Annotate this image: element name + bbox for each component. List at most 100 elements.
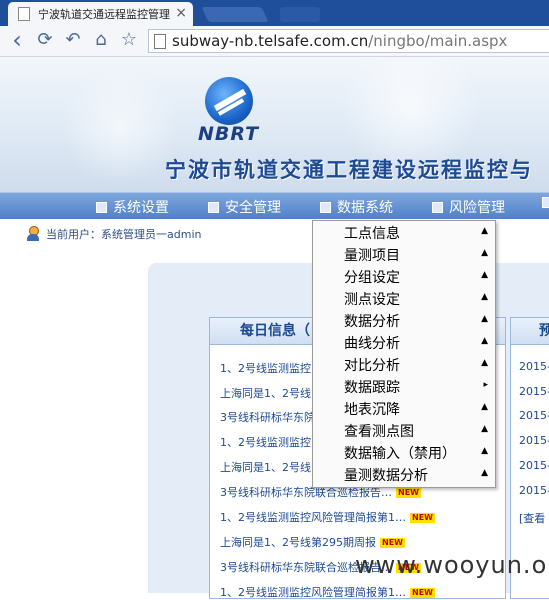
- nav-item-system-settings[interactable]: 系统设置: [96, 197, 169, 217]
- new-badge: NEW: [410, 513, 435, 523]
- url-text: subway-nb.telsafe.com.cn/ningbo/main.asp…: [172, 32, 507, 50]
- news-item[interactable]: 上海同是1、2号线第295期周报 NEW: [220, 534, 405, 550]
- nav-item-label: 安全管理: [225, 200, 281, 216]
- submenu-arrow-icon: ▸: [483, 380, 488, 390]
- nav-item-risk-management[interactable]: 风险管理: [432, 197, 505, 217]
- browser-toolbar: ‹ ⟳ ↶ ⌂ ☆ subway-nb.telsafe.com.cn/ningb…: [0, 26, 549, 57]
- browser-tab-strip: 宁波轨道交通远程监控管理 ×: [0, 0, 549, 26]
- menu-arrow-icon: ▲: [481, 468, 488, 478]
- nav-square-icon: [96, 201, 107, 213]
- close-tab-icon[interactable]: ×: [175, 5, 187, 21]
- menu-arrow-icon: ▲: [481, 446, 488, 456]
- menu-arrow-icon: ▲: [481, 248, 488, 258]
- menu-item-view-point-map[interactable]: 查看测点图 ▲: [313, 419, 495, 441]
- menu-arrow-icon: ▲: [481, 270, 488, 280]
- back-icon[interactable]: ‹: [6, 28, 28, 52]
- refresh-icon[interactable]: ⟳: [34, 29, 56, 51]
- menu-item-surface-settlement[interactable]: 地表沉降 ▲: [313, 397, 495, 419]
- news-item[interactable]: 上海同是1、2号线: [220, 385, 311, 401]
- address-bar[interactable]: subway-nb.telsafe.com.cn/ningbo/main.asp…: [148, 29, 549, 53]
- inactive-tab[interactable]: [280, 7, 320, 22]
- menu-item-data-input-disabled[interactable]: 数据输入（禁用） ▲: [313, 441, 495, 463]
- nav-square-icon: [320, 201, 331, 213]
- menu-item-label: 地表沉降: [344, 402, 400, 418]
- user-icon: [26, 226, 40, 242]
- menu-item-label: 数据跟踪: [344, 380, 400, 396]
- menu-item-data-analysis[interactable]: 数据分析 ▲: [313, 309, 495, 331]
- watermark: www.wooyun.org: [355, 551, 549, 579]
- current-user-text: 当前用户：系统管理员一admin: [46, 228, 202, 241]
- nav-square-icon: [542, 197, 549, 208]
- menu-item-point-settings[interactable]: 测点设定 ▲: [313, 287, 495, 309]
- warning-date[interactable]: 2015-0: [519, 385, 549, 398]
- menu-item-label: 分组设定: [344, 270, 400, 286]
- url-path: /ningbo/main.aspx: [368, 32, 508, 50]
- menu-arrow-icon: ▲: [481, 402, 488, 412]
- page-icon: [18, 7, 30, 21]
- decorative-orb: [330, 57, 490, 167]
- menu-item-label: 数据输入（禁用）: [344, 446, 456, 462]
- news-item-text: 1、2号线监测监控: [220, 436, 311, 449]
- news-item-text: 上海同是1、2号线: [220, 387, 311, 400]
- warning-date[interactable]: 2015-0: [519, 434, 549, 447]
- menu-item-label: 曲线分析: [344, 336, 400, 352]
- star-icon[interactable]: ☆: [118, 29, 140, 51]
- menu-item-label: 查看测点图: [344, 424, 414, 440]
- nav-square-icon: [208, 201, 219, 213]
- browser-tab[interactable]: 宁波轨道交通远程监控管理 ×: [8, 2, 193, 26]
- url-host: subway-nb.telsafe.com.cn: [172, 32, 369, 50]
- menu-item-site-info[interactable]: 工点信息 ▲: [313, 221, 495, 243]
- nbrt-logo-icon: [205, 77, 253, 125]
- nav-item-more[interactable]: [542, 197, 549, 208]
- menu-arrow-icon: ▲: [481, 314, 488, 324]
- new-tab-button[interactable]: [201, 7, 269, 22]
- new-badge: NEW: [410, 588, 435, 598]
- menu-item-curve-analysis[interactable]: 曲线分析 ▲: [313, 331, 495, 353]
- news-item[interactable]: 3号线科研标华东院: [220, 409, 315, 425]
- menu-item-label: 工点信息: [344, 226, 400, 242]
- page-icon: [154, 33, 166, 49]
- menu-item-measure-data-analysis[interactable]: 量测数据分析 ▲: [313, 463, 495, 485]
- banner-title: 宁波市轨道交通工程建设远程监控与: [165, 158, 533, 182]
- data-system-dropdown: 工点信息 ▲ 量测项目 ▲ 分组设定 ▲ 测点设定 ▲ 数据分析 ▲ 曲线分析 ▲ 对比分析…: [312, 220, 496, 488]
- nav-item-label: 风险管理: [449, 200, 505, 216]
- menu-arrow-icon: ▲: [481, 292, 488, 302]
- main-nav: 系统设置 安全管理 数据系统 风险管理: [0, 192, 549, 219]
- menu-arrow-icon: ▲: [481, 358, 488, 368]
- news-item[interactable]: 1、2号线监测监控风险管理简报第1… NEW: [220, 509, 435, 525]
- tab-title: 宁波轨道交通远程监控管理: [38, 8, 170, 21]
- warning-date[interactable]: 2015-0: [519, 459, 549, 472]
- nav-item-safety-management[interactable]: 安全管理: [208, 197, 281, 217]
- menu-item-measure-items[interactable]: 量测项目 ▲: [313, 243, 495, 265]
- warning-panel-title: 预: [511, 318, 549, 345]
- menu-item-label: 数据分析: [344, 314, 400, 330]
- menu-item-label: 测点设定: [344, 292, 400, 308]
- news-item-text: 1、2号线监测监控: [220, 362, 311, 375]
- news-item-text: 1、2号线监测监控风险管理简报第1…: [220, 586, 406, 599]
- nav-item-label: 数据系统: [337, 200, 393, 216]
- decorative-orb: [60, 67, 180, 187]
- menu-item-label: 量测项目: [344, 248, 400, 264]
- view-more-link[interactable]: [查看: [519, 510, 545, 526]
- warning-date[interactable]: 2015-0: [519, 409, 549, 422]
- menu-item-label: 量测数据分析: [344, 468, 428, 484]
- menu-arrow-icon: ▲: [481, 424, 488, 434]
- warning-date[interactable]: 2015-0: [519, 360, 549, 373]
- undo-icon[interactable]: ↶: [62, 29, 84, 51]
- home-icon[interactable]: ⌂: [90, 29, 112, 51]
- warning-date[interactable]: 2015-0: [519, 484, 549, 497]
- logo-text: NBRT: [198, 123, 260, 145]
- news-item[interactable]: 1、2号线监测监控风险管理简报第1… NEW: [220, 584, 435, 600]
- new-badge: NEW: [396, 488, 421, 498]
- new-badge: NEW: [380, 538, 405, 548]
- news-item[interactable]: 上海同是1、2号线: [220, 459, 311, 475]
- site-banner: NBRT 宁波市轨道交通工程建设远程监控与: [0, 57, 549, 192]
- nav-item-data-system[interactable]: 数据系统: [320, 197, 393, 217]
- news-item-text: 1、2号线监测监控风险管理简报第1…: [220, 511, 406, 524]
- news-item-text: 上海同是1、2号线第295期周报: [220, 536, 376, 549]
- menu-item-data-tracking[interactable]: 数据跟踪 ▸: [313, 375, 495, 397]
- news-item[interactable]: 1、2号线监测监控: [220, 434, 311, 450]
- menu-item-compare-analysis[interactable]: 对比分析 ▲: [313, 353, 495, 375]
- menu-item-group-settings[interactable]: 分组设定 ▲: [313, 265, 495, 287]
- news-item[interactable]: 1、2号线监测监控: [220, 360, 311, 376]
